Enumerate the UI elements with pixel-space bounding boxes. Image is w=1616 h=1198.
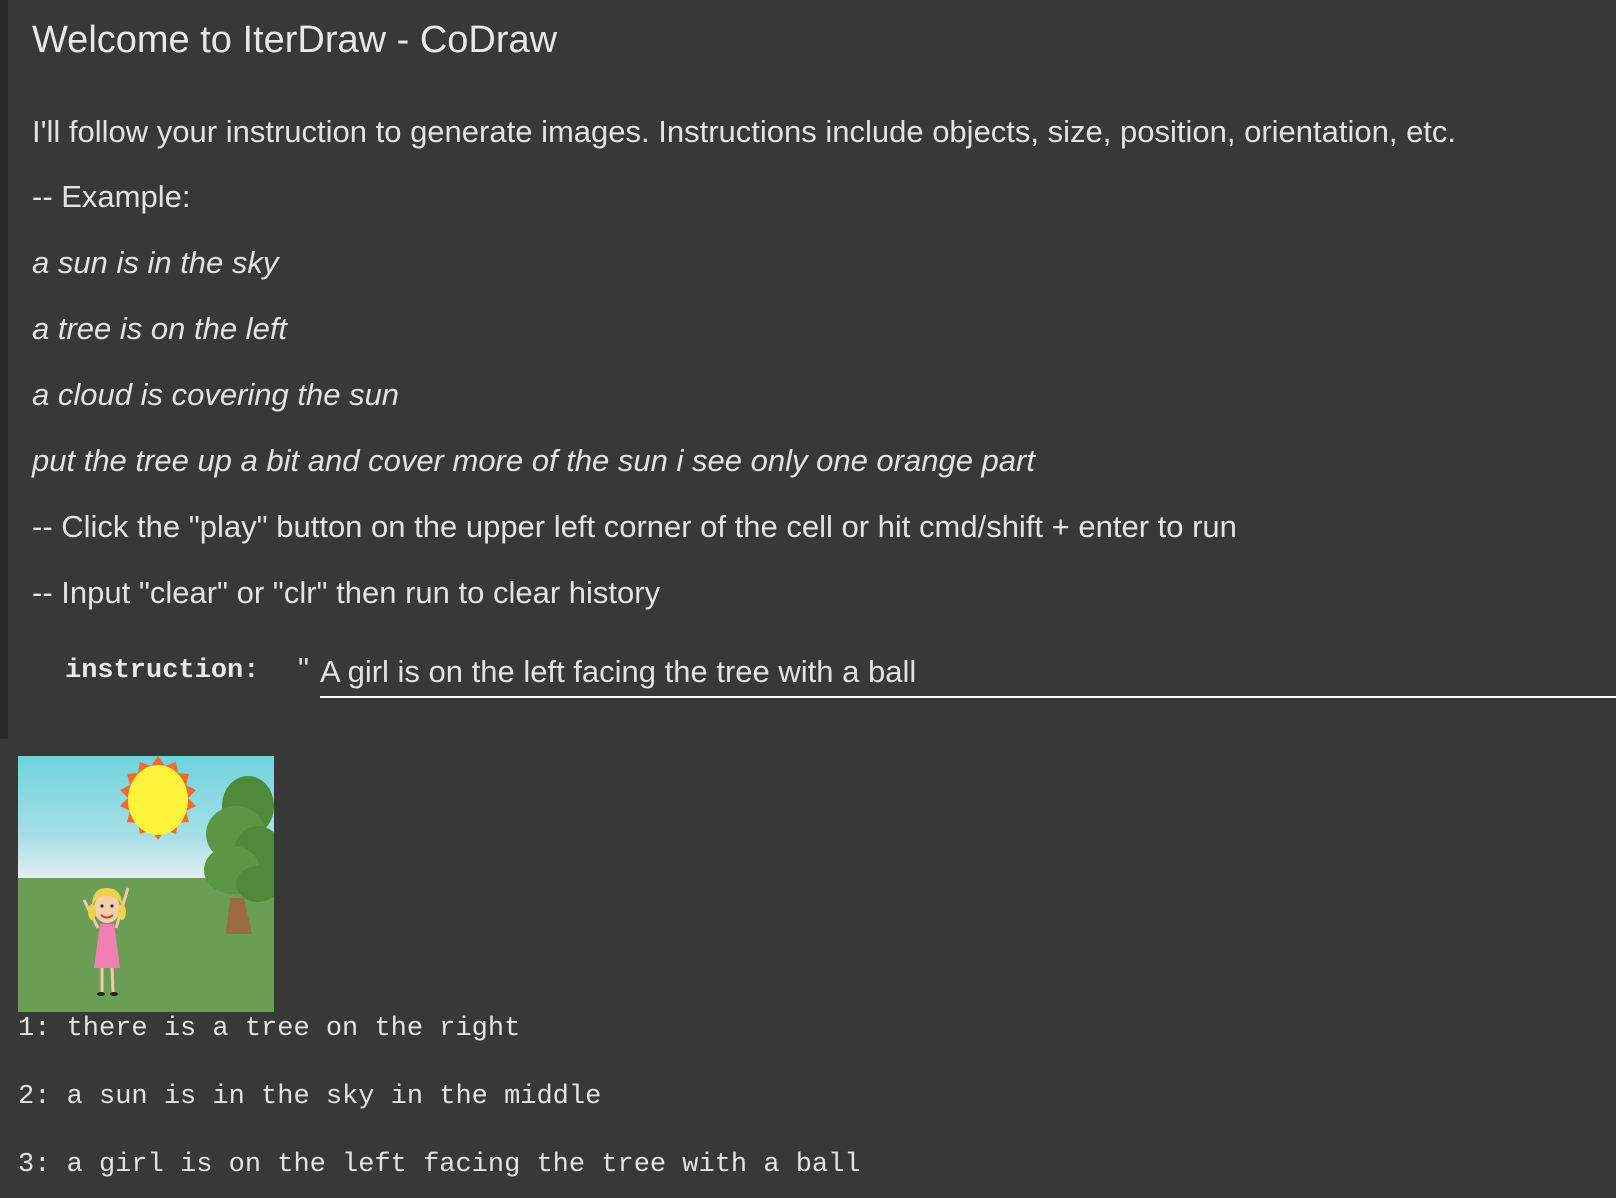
tip-run: -- Click the "play" button on the upper … (32, 509, 1237, 544)
tip-clear: -- Input "clear" or "clr" then run to cl… (32, 575, 661, 610)
instruction-label: instruction: (65, 656, 260, 686)
cell-focus-bar (0, 0, 8, 739)
generated-image (18, 756, 274, 1012)
history-line: 1: there is a tree on the right (18, 1014, 521, 1044)
example-heading: -- Example: (32, 179, 191, 214)
example-line: a cloud is covering the sun (32, 377, 400, 412)
example-line: a tree is on the left (32, 311, 288, 346)
history-line: 2: a sun is in the sky in the middle (18, 1082, 602, 1112)
intro-text: I'll follow your instruction to generate… (32, 114, 1457, 149)
example-line: a sun is in the sky (32, 245, 279, 280)
example-line: put the tree up a bit and cover more of … (32, 443, 1035, 478)
history-line: 3: a girl is on the left facing the tree… (18, 1150, 861, 1180)
scene-drawing (18, 756, 274, 1012)
instruction-input[interactable] (320, 648, 1616, 698)
page-title: Welcome to IterDraw - CoDraw (32, 19, 558, 61)
string-quote-mark: " (298, 651, 310, 686)
